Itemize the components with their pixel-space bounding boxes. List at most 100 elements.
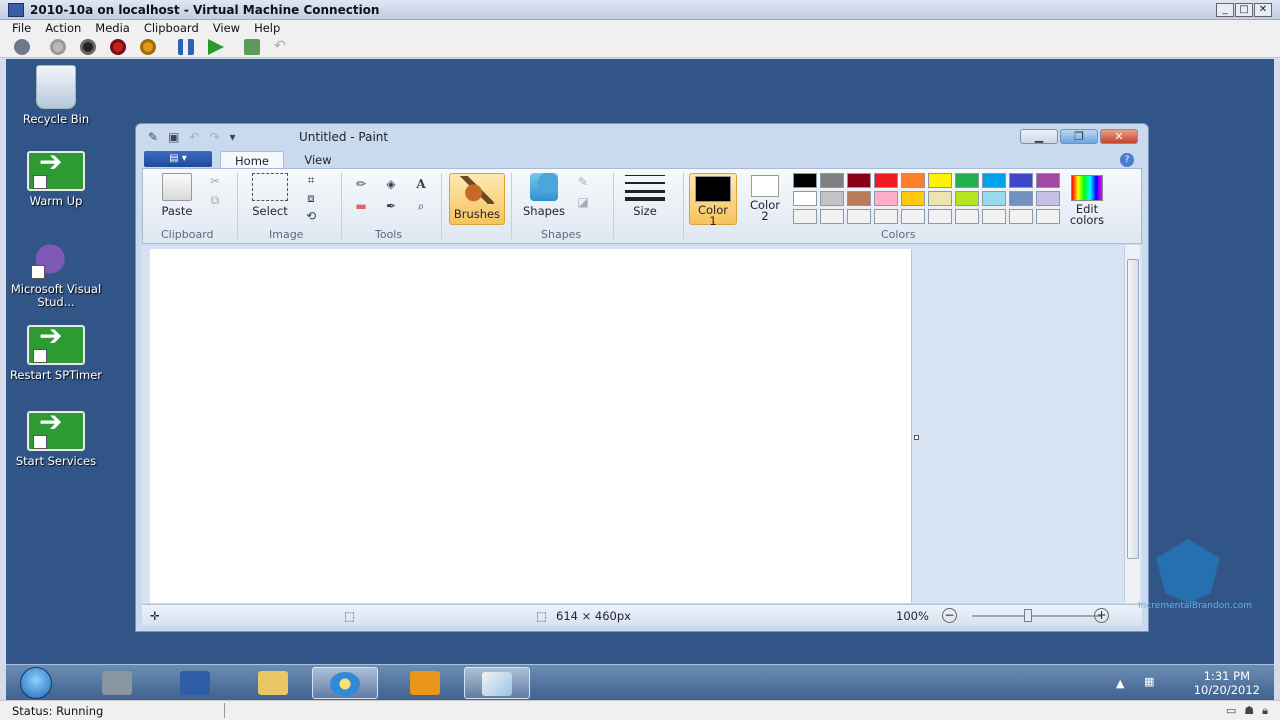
palette-swatch[interactable]: [793, 191, 817, 206]
palette-swatch[interactable]: [1009, 173, 1033, 188]
brushes-button[interactable]: Brushes: [449, 173, 505, 225]
taskbar-paint[interactable]: [464, 667, 530, 699]
resume-icon[interactable]: [208, 39, 224, 55]
tab-home[interactable]: Home: [220, 151, 284, 168]
taskbar-server-manager[interactable]: [84, 667, 150, 699]
taskbar-outlook[interactable]: [392, 667, 458, 699]
shapes-button[interactable]: Shapes: [519, 173, 569, 218]
desktop-icon-visual-studio[interactable]: Microsoft Visual Stud...: [8, 239, 104, 309]
resize-icon[interactable]: ⧈: [303, 191, 319, 205]
paste-button[interactable]: Paste: [157, 173, 197, 218]
shut-down-icon[interactable]: [110, 39, 126, 55]
snapshot-icon[interactable]: [244, 39, 260, 55]
palette-swatch[interactable]: [820, 209, 844, 224]
palette-swatch[interactable]: [1036, 191, 1060, 206]
palette-swatch[interactable]: [793, 173, 817, 188]
palette-swatch[interactable]: [847, 209, 871, 224]
palette-swatch[interactable]: [955, 173, 979, 188]
save-state-icon[interactable]: [140, 39, 156, 55]
menu-file[interactable]: File: [0, 20, 38, 35]
vertical-scrollbar[interactable]: [1124, 245, 1140, 603]
desktop-icon-start-services[interactable]: Start Services: [8, 411, 104, 468]
palette-swatch[interactable]: [901, 191, 925, 206]
palette-swatch[interactable]: [820, 191, 844, 206]
start-button[interactable]: [20, 667, 52, 699]
tab-view[interactable]: View: [286, 151, 350, 168]
rotate-icon[interactable]: ⟲: [303, 209, 319, 223]
palette-swatch[interactable]: [982, 191, 1006, 206]
palette-swatch[interactable]: [793, 209, 817, 224]
zoom-slider-thumb[interactable]: [1024, 609, 1032, 622]
size-button[interactable]: Size: [623, 173, 667, 218]
palette-swatch[interactable]: [928, 173, 952, 188]
palette-swatch[interactable]: [982, 209, 1006, 224]
ctrl-alt-del-icon[interactable]: [14, 39, 30, 55]
cut-icon[interactable]: ✂: [207, 174, 223, 188]
palette-swatch[interactable]: [1009, 191, 1033, 206]
taskbar-internet-explorer[interactable]: [312, 667, 378, 699]
menu-help[interactable]: Help: [247, 20, 287, 35]
undo-icon[interactable]: ↶: [189, 130, 199, 144]
tray-clock[interactable]: 1:31 PM 10/20/2012: [1194, 669, 1260, 697]
help-icon[interactable]: ?: [1120, 153, 1134, 167]
vm-maximize-button[interactable]: □: [1235, 3, 1253, 17]
palette-swatch[interactable]: [847, 173, 871, 188]
scrollbar-thumb[interactable]: [1127, 259, 1139, 559]
desktop-icon-restart-sptimer[interactable]: Restart SPTimer: [8, 325, 104, 382]
palette-swatch[interactable]: [901, 173, 925, 188]
paint-close-button[interactable]: ✕: [1100, 129, 1138, 144]
taskbar-explorer[interactable]: [240, 667, 306, 699]
crop-icon[interactable]: ⌗: [303, 173, 319, 187]
palette-swatch[interactable]: [928, 191, 952, 206]
canvas-resize-handle[interactable]: [914, 435, 919, 440]
edit-colors-button[interactable]: Edit colors: [1065, 173, 1109, 226]
color1-button[interactable]: Color 1: [689, 173, 737, 227]
fill-icon[interactable]: ◈: [383, 177, 399, 191]
paint-restore-button[interactable]: ❐: [1060, 129, 1098, 144]
pause-icon[interactable]: [178, 39, 194, 55]
eraser-icon[interactable]: ▬: [353, 199, 369, 213]
zoom-slider[interactable]: [972, 615, 1102, 617]
palette-swatch[interactable]: [955, 191, 979, 206]
turn-off-icon[interactable]: [80, 39, 96, 55]
show-hidden-icons-icon[interactable]: ▲: [1116, 677, 1124, 690]
palette-swatch[interactable]: [1009, 209, 1033, 224]
menu-view[interactable]: View: [206, 20, 247, 35]
text-icon[interactable]: A: [413, 177, 429, 191]
palette-swatch[interactable]: [982, 173, 1006, 188]
paint-minimize-button[interactable]: ▁: [1020, 129, 1058, 144]
customize-qat-icon[interactable]: ▾: [230, 130, 236, 144]
drawing-canvas[interactable]: [150, 249, 912, 603]
paint-menu-button[interactable]: ▤ ▾: [144, 151, 212, 167]
vm-minimize-button[interactable]: _: [1216, 3, 1234, 17]
menu-action[interactable]: Action: [38, 20, 88, 35]
palette-swatch[interactable]: [874, 173, 898, 188]
taskbar-powershell[interactable]: [162, 667, 228, 699]
palette-swatch[interactable]: [1036, 173, 1060, 188]
palette-swatch[interactable]: [928, 209, 952, 224]
fill-shape-icon[interactable]: ◪: [575, 195, 591, 209]
color2-button[interactable]: Color 2: [741, 173, 789, 222]
palette-swatch[interactable]: [901, 209, 925, 224]
pencil-icon[interactable]: ✏: [353, 177, 369, 191]
palette-swatch[interactable]: [874, 209, 898, 224]
save-icon[interactable]: ▣: [168, 130, 179, 144]
desktop-icon-warm-up[interactable]: Warm Up: [8, 151, 104, 208]
copy-icon[interactable]: ⧉: [207, 193, 223, 207]
zoom-out-button[interactable]: −: [942, 608, 957, 623]
vm-close-button[interactable]: ✕: [1254, 3, 1272, 17]
outline-icon[interactable]: ✎: [575, 175, 591, 189]
network-icon[interactable]: ▦: [1144, 675, 1154, 688]
start-vm-icon[interactable]: [50, 39, 66, 55]
revert-icon[interactable]: ↶: [274, 39, 290, 55]
color-picker-icon[interactable]: ✒: [383, 199, 399, 213]
select-button[interactable]: Select: [249, 173, 291, 218]
palette-swatch[interactable]: [955, 209, 979, 224]
menu-clipboard[interactable]: Clipboard: [137, 20, 206, 35]
palette-swatch[interactable]: [847, 191, 871, 206]
desktop-icon-recycle-bin[interactable]: Recycle Bin: [8, 65, 104, 126]
palette-swatch[interactable]: [874, 191, 898, 206]
palette-swatch[interactable]: [820, 173, 844, 188]
menu-media[interactable]: Media: [88, 20, 137, 35]
palette-swatch[interactable]: [1036, 209, 1060, 224]
